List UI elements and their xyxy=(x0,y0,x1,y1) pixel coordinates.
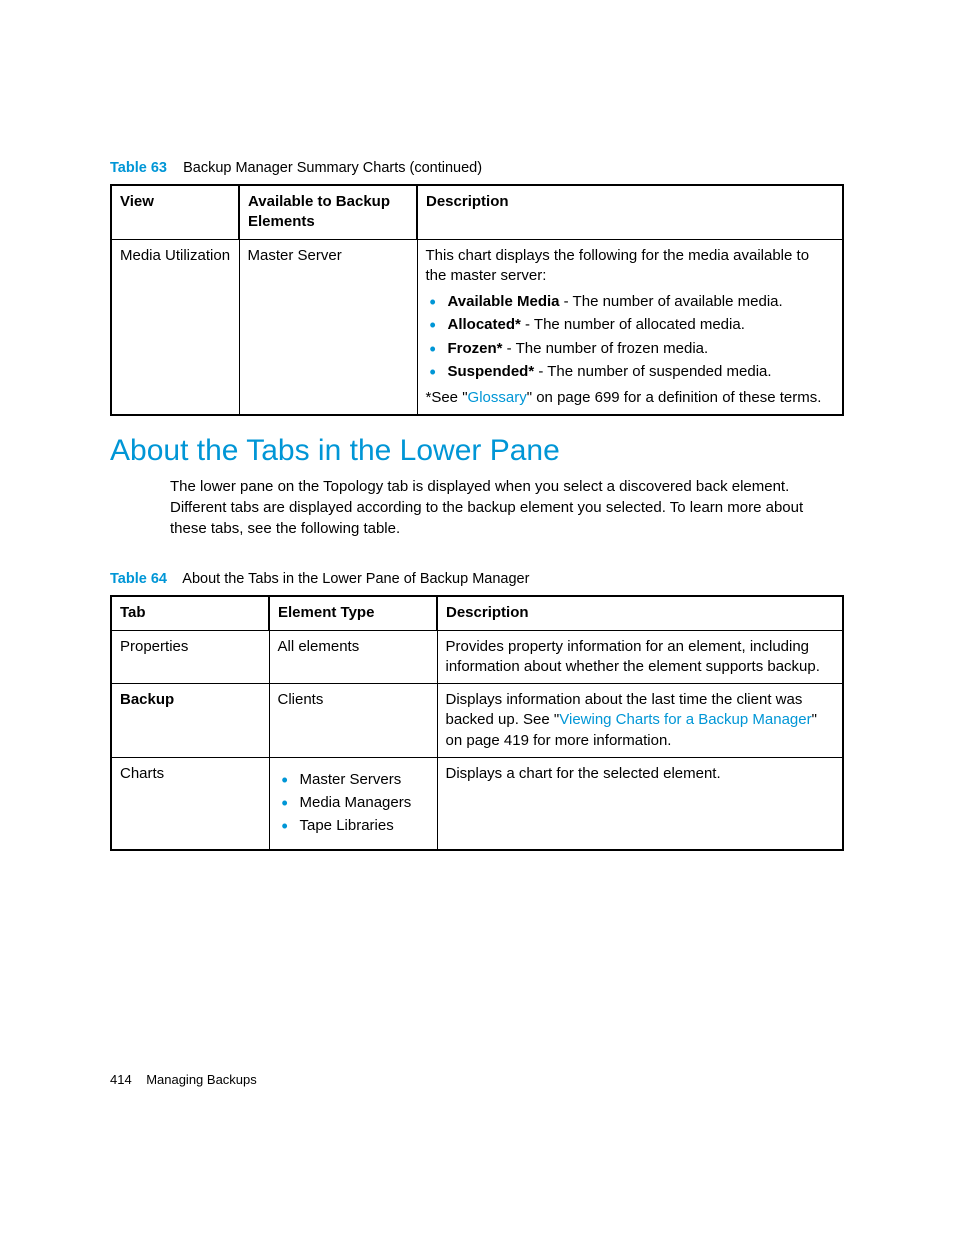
table63-elements: Master Server xyxy=(239,239,417,415)
table64-desc: Displays a chart for the selected elemen… xyxy=(437,757,843,849)
table64-caption: Table 64 About the Tabs in the Lower Pan… xyxy=(110,571,844,587)
table63-caption-text: Backup Manager Summary Charts (continued… xyxy=(183,160,482,176)
table63-item-3: Suspended* - The number of suspended med… xyxy=(426,362,835,382)
table63-item-2: Frozen* - The number of frozen media. xyxy=(426,339,835,359)
table64-caption-text: About the Tabs in the Lower Pane of Back… xyxy=(182,571,529,587)
table64-row: Charts Master Servers Media Managers Tape L… xyxy=(111,757,843,849)
section-heading: About the Tabs in the Lower Pane xyxy=(110,434,844,468)
table63-h2: Available to Backup Elements xyxy=(239,185,417,239)
table63-desc-note: *See "Glossary" on page 699 for a defini… xyxy=(426,388,835,408)
table63-desc: This chart displays the following for th… xyxy=(417,239,843,415)
table63-label: Table 63 xyxy=(110,160,167,176)
table64-etype-list: Master Servers Media Managers Tape Librari… xyxy=(278,770,429,837)
table64-h1: Tab xyxy=(111,596,269,630)
list-item: Master Servers xyxy=(278,770,429,790)
table64-label: Table 64 xyxy=(110,571,167,587)
table63-item-0: Available Media - The number of availabl… xyxy=(426,292,835,312)
document-page: Table 63 Backup Manager Summary Charts (… xyxy=(0,0,954,1235)
table64-row: PropertiesAll elementsProvides property … xyxy=(111,630,843,684)
table63: View Available to Backup Elements Descri… xyxy=(110,184,844,416)
table64-tab: Charts xyxy=(111,757,269,849)
table64-h2: Element Type xyxy=(269,596,437,630)
table64-row: BackupClientsDisplays information about … xyxy=(111,684,843,758)
table63-item-1: Allocated* - The number of allocated med… xyxy=(426,315,835,335)
glossary-link[interactable]: Glossary xyxy=(468,389,527,406)
table64-etype: All elements xyxy=(269,630,437,684)
page-footer: 414 Managing Backups xyxy=(110,1072,257,1087)
table64-h3: Description xyxy=(437,596,843,630)
page-number: 414 xyxy=(110,1072,132,1087)
table63-row: Media Utilization Master Server This cha… xyxy=(111,239,843,415)
table64-tab: Properties xyxy=(111,630,269,684)
table63-caption: Table 63 Backup Manager Summary Charts (… xyxy=(110,160,844,176)
table64-tab: Backup xyxy=(111,684,269,758)
table63-h3: Description xyxy=(417,185,843,239)
table63-header-row: View Available to Backup Elements Descri… xyxy=(111,185,843,239)
footer-title: Managing Backups xyxy=(146,1072,257,1087)
table64-etype: Clients xyxy=(269,684,437,758)
list-item: Media Managers xyxy=(278,793,429,813)
list-item: Tape Libraries xyxy=(278,816,429,836)
table64: Tab Element Type Description PropertiesA… xyxy=(110,595,844,850)
table64-etype: Master Servers Media Managers Tape Librari… xyxy=(269,757,437,849)
table64-desc: Provides property information for an ele… xyxy=(437,630,843,684)
section-paragraph: The lower pane on the Topology tab is di… xyxy=(170,476,844,539)
table63-h1: View xyxy=(111,185,239,239)
table63-desc-list: Available Media - The number of availabl… xyxy=(426,292,835,382)
table64-desc: Displays information about the last time… xyxy=(437,684,843,758)
table63-view: Media Utilization xyxy=(111,239,239,415)
table64-header-row: Tab Element Type Description xyxy=(111,596,843,630)
table63-desc-intro: This chart displays the following for th… xyxy=(426,246,835,287)
cross-ref-link[interactable]: Viewing Charts for a Backup Manager xyxy=(559,711,811,728)
